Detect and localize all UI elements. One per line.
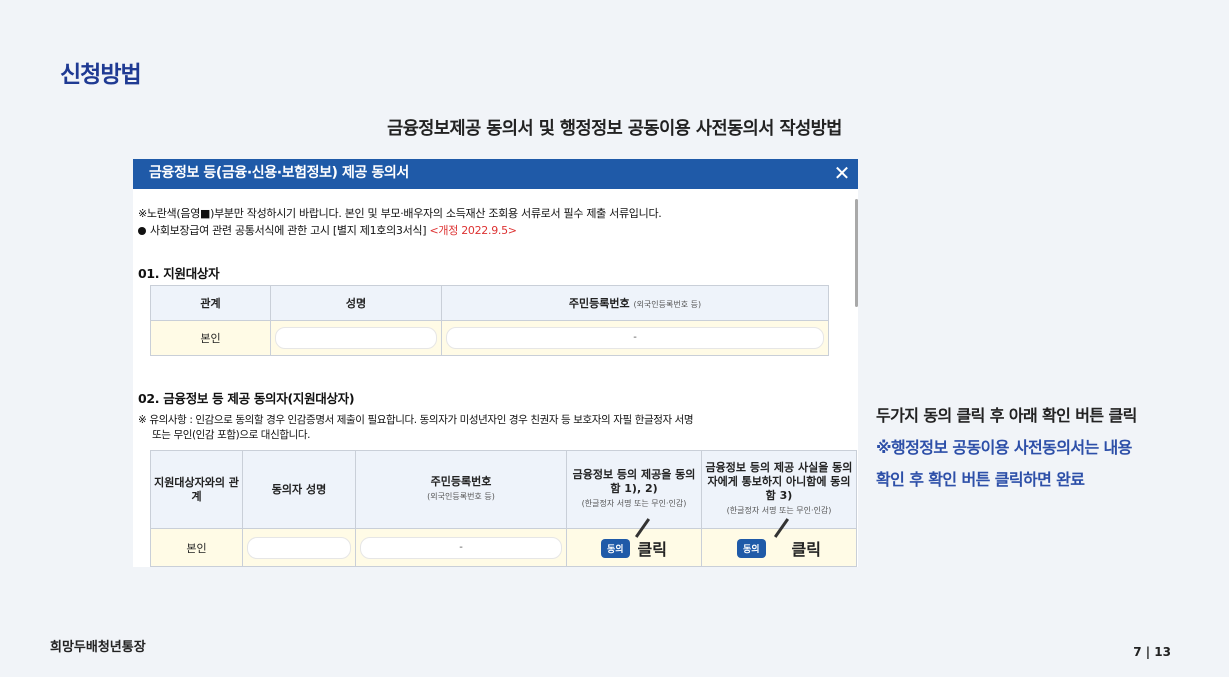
header-consenter-name: 동의자 성명 — [242, 450, 356, 529]
instruction-line-1: 두가지 동의 클릭 후 아래 확인 버튼 클릭 — [876, 406, 1137, 425]
header-agree-financial-info: 금융정보 등의 제공을 동의함 1), 2) (한글정자 서명 또는 무인·인감… — [566, 450, 702, 529]
caution-line-1: ※ 유의사항 : 인감으로 동의할 경우 인감증명서 제출이 필요합니다. 동의… — [138, 414, 694, 426]
notice-line-2-text: 사회보장급여 관련 공통서식에 관한 고시 [별지 제1호의3서식] — [150, 224, 427, 237]
header-id-number-note: (외국인등록번호 등) — [633, 300, 702, 309]
side-instruction: 두가지 동의 클릭 후 아래 확인 버튼 클릭 ※행정정보 공동이용 사전동의서… — [876, 400, 1216, 496]
scrollbar[interactable] — [855, 199, 858, 307]
header-agree-no-notice-note: (한글정자 서명 또는 무인·인감) — [726, 506, 832, 515]
footer-brand: 희망두배청년통장 — [50, 640, 146, 655]
form-window-title: 금융정보 등(금융·신용·보험정보) 제공 동의서 — [149, 165, 409, 181]
instruction-line-2: ※행정정보 공동이용 사전동의서는 내용 — [876, 438, 1132, 457]
empty-cell — [242, 566, 356, 567]
agree-button-financial-info[interactable]: 동의 — [600, 538, 630, 558]
instruction-line-3: 확인 후 확인 버튼 클릭하면 완료 — [876, 470, 1085, 489]
header-name: 성명 — [270, 285, 442, 321]
consenter-table: 지원대상자와의 관계 동의자 성명 주민등록번호 (외국인등록번호 등) 금융정… — [150, 450, 857, 567]
notice-line-2: 사회보장급여 관련 공통서식에 관한 고시 [별지 제1호의3서식] <개정 2… — [138, 222, 661, 239]
header-id-number-label: 주민등록번호 — [430, 475, 492, 488]
page-number: 7 | 13 — [1133, 645, 1171, 659]
table-row: 본인 - — [150, 320, 829, 356]
caution-note: ※ 유의사항 : 인감으로 동의할 경우 인감증명서 제출이 필요합니다. 동의… — [138, 413, 838, 443]
header-id-number: 주민등록번호 (외국인등록번호 등) — [441, 285, 829, 321]
row-relation: 본인 — [150, 320, 271, 356]
empty-cell — [355, 566, 567, 567]
id-cell: - — [441, 320, 829, 356]
agree-cell-1: 동의 클릭 — [566, 518, 702, 567]
applicant-table: 관계 성명 주민등록번호 (외국인등록번호 등) 본인 - — [150, 285, 829, 356]
header-id-number: 주민등록번호 (외국인등록번호 등) — [355, 450, 567, 529]
click-annotation: 클릭 — [791, 539, 821, 559]
empty-cell — [566, 566, 702, 567]
row-relation: 본인 — [150, 528, 243, 567]
consenter-id-input[interactable]: - — [360, 536, 562, 559]
form-window-header: 금융정보 등(금융·신용·보험정보) 제공 동의서 ✕ — [133, 159, 858, 189]
name-cell — [270, 320, 442, 356]
click-annotation: 클릭 — [637, 539, 667, 559]
table-row: 본인 - 동의 클릭 동의 클릭 — [150, 518, 857, 567]
revision-date: <개정 2022.9.5> — [429, 224, 517, 237]
document-heading: 금융정보제공 동의서 및 행정정보 공동이용 사전동의서 작성방법 — [387, 119, 842, 139]
consenter-name-input[interactable] — [247, 536, 351, 559]
section-2-title: 02. 금융정보 등 제공 동의자(지원대상자) — [138, 391, 355, 406]
name-input[interactable] — [275, 327, 437, 349]
header-agree-financial-info-label: 금융정보 등의 제공을 동의함 1), 2) — [572, 468, 696, 495]
id-number-input[interactable]: - — [446, 327, 824, 349]
header-agree-no-notice: 금융정보 등의 제공 사실을 동의자에게 통보하지 아니함에 동의함 3) (한… — [701, 450, 857, 529]
agree-cell-2: 동의 클릭 — [701, 518, 857, 567]
header-relation: 관계 — [150, 285, 271, 321]
header-agree-no-notice-label: 금융정보 등의 제공 사실을 동의자에게 통보하지 아니함에 동의함 3) — [705, 461, 853, 502]
header-agree-financial-info-note: (한글정자 서명 또는 무인·인감) — [581, 499, 687, 508]
consenter-name-cell — [242, 528, 356, 567]
section-1-title: 01. 지원대상자 — [138, 266, 220, 281]
notice-line-1: ※노란색(음영■)부분만 작성하시기 바랍니다. 본인 및 부모·배우자의 소득… — [138, 207, 662, 220]
table-row — [150, 566, 857, 567]
close-icon[interactable]: ✕ — [834, 159, 851, 188]
consenter-id-cell: - — [355, 528, 567, 567]
header-relation-to-applicant: 지원대상자와의 관계 — [150, 450, 243, 529]
header-id-number-note: (외국인등록번호 등) — [427, 492, 495, 501]
consent-form-screenshot: 금융정보 등(금융·신용·보험정보) 제공 동의서 ✕ ※노란색(음영■)부분만… — [133, 159, 858, 567]
bullet-icon — [138, 227, 146, 235]
form-notice: ※노란색(음영■)부분만 작성하시기 바랍니다. 본인 및 부모·배우자의 소득… — [138, 205, 662, 239]
header-id-number-label: 주민등록번호 — [568, 297, 630, 310]
empty-cell — [150, 566, 243, 567]
page-title: 신청방법 — [60, 62, 142, 88]
caution-line-2: 또는 무인(인감 포함)으로 대신합니다. — [152, 429, 311, 441]
agree-button-no-notice[interactable]: 동의 — [736, 538, 766, 558]
empty-cell — [701, 566, 857, 567]
